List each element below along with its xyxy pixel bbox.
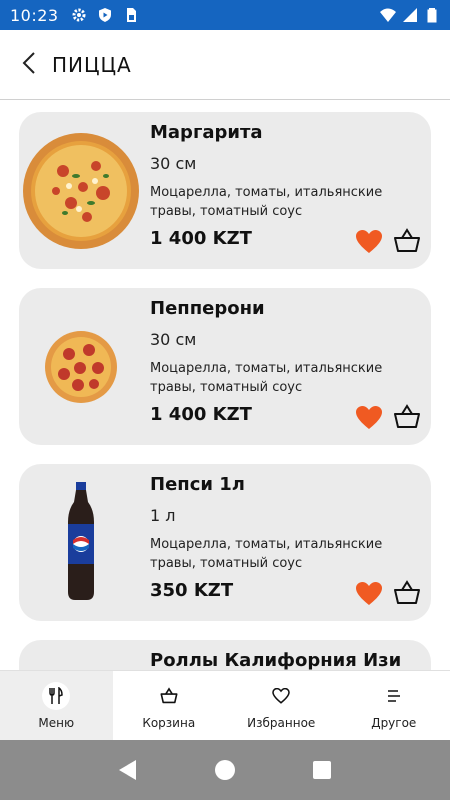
basket-icon: [155, 682, 183, 710]
favorite-button[interactable]: [355, 405, 383, 431]
sim-card-icon: [123, 7, 139, 23]
fork-knife-icon: [42, 681, 71, 710]
chevron-left-icon: [22, 51, 36, 79]
add-to-cart-button[interactable]: [393, 403, 421, 431]
product-name: Пепси 1л: [150, 474, 245, 495]
nav-label: Меню: [38, 715, 75, 730]
pizza-margherita-image: [19, 112, 143, 269]
nav-item-cart[interactable]: Корзина: [113, 671, 226, 740]
product-card[interactable]: Пепперони 30 см Моцарелла, томаты, италь…: [19, 288, 431, 445]
app-header: ПИЦЦА: [0, 30, 450, 100]
basket-icon: [393, 404, 421, 435]
menu-lines-icon: [380, 682, 408, 710]
basket-icon: [393, 228, 421, 259]
pizza-pepperoni-image: [19, 288, 143, 445]
product-size: 1 л: [150, 506, 176, 525]
battery-icon: [424, 7, 440, 23]
product-price: 350 KZT: [150, 580, 234, 601]
add-to-cart-button[interactable]: [393, 227, 421, 255]
shield-play-icon: [97, 7, 113, 23]
product-size: 30 см: [150, 330, 197, 349]
product-description: Моцарелла, томаты, итальянские травы, то…: [150, 361, 383, 395]
product-price: 1 400 KZT: [150, 404, 252, 425]
page-title: ПИЦЦА: [52, 52, 132, 77]
product-description: Моцарелла, томаты, итальянские травы, то…: [150, 537, 383, 571]
nav-item-menu[interactable]: Меню: [0, 671, 113, 740]
favorite-button[interactable]: [355, 581, 383, 607]
product-list[interactable]: Маргарита 30 см Моцарелла, томаты, италь…: [0, 101, 450, 670]
nav-label: Другое: [371, 715, 417, 730]
recents-square-icon[interactable]: [310, 758, 334, 782]
product-name: Маргарита: [150, 122, 263, 143]
product-name: Роллы Калифорния Изи: [150, 650, 402, 670]
heart-outline-icon: [267, 682, 295, 710]
nav-item-favorites[interactable]: Избранное: [225, 671, 338, 740]
status-bar: 10:23: [0, 0, 450, 30]
product-card[interactable]: Маргарита 30 см Моцарелла, томаты, италь…: [19, 112, 431, 269]
nav-item-other[interactable]: Другое: [338, 671, 450, 740]
back-triangle-icon[interactable]: [116, 758, 140, 782]
nav-label: Корзина: [142, 715, 196, 730]
product-card[interactable]: Пепси 1л 1 л Моцарелла, томаты, итальянс…: [19, 464, 431, 621]
system-nav-bar: [0, 740, 450, 800]
status-icons-left: [71, 7, 139, 23]
wifi-icon: [380, 7, 396, 23]
product-price: 1 400 KZT: [150, 228, 252, 249]
status-time: 10:23: [10, 5, 59, 25]
back-button[interactable]: [18, 50, 40, 80]
basket-icon: [393, 580, 421, 611]
signal-icon: [402, 7, 418, 23]
add-to-cart-button[interactable]: [393, 579, 421, 607]
home-circle-icon[interactable]: [213, 758, 237, 782]
heart-icon: [355, 582, 383, 611]
product-description: Моцарелла, томаты, итальянские травы, то…: [150, 185, 383, 219]
gear-icon: [71, 7, 87, 23]
nav-label: Избранное: [247, 715, 316, 730]
bottom-nav: Меню Корзина Избранное Другое: [0, 670, 450, 740]
heart-icon: [355, 230, 383, 259]
favorite-button[interactable]: [355, 229, 383, 255]
product-card[interactable]: Роллы Калифорния Изи: [19, 640, 431, 670]
status-icons-right: [380, 7, 440, 23]
heart-icon: [355, 406, 383, 435]
product-size: 30 см: [150, 154, 197, 173]
product-name: Пепперони: [150, 298, 265, 319]
pepsi-bottle-image: [19, 464, 143, 621]
